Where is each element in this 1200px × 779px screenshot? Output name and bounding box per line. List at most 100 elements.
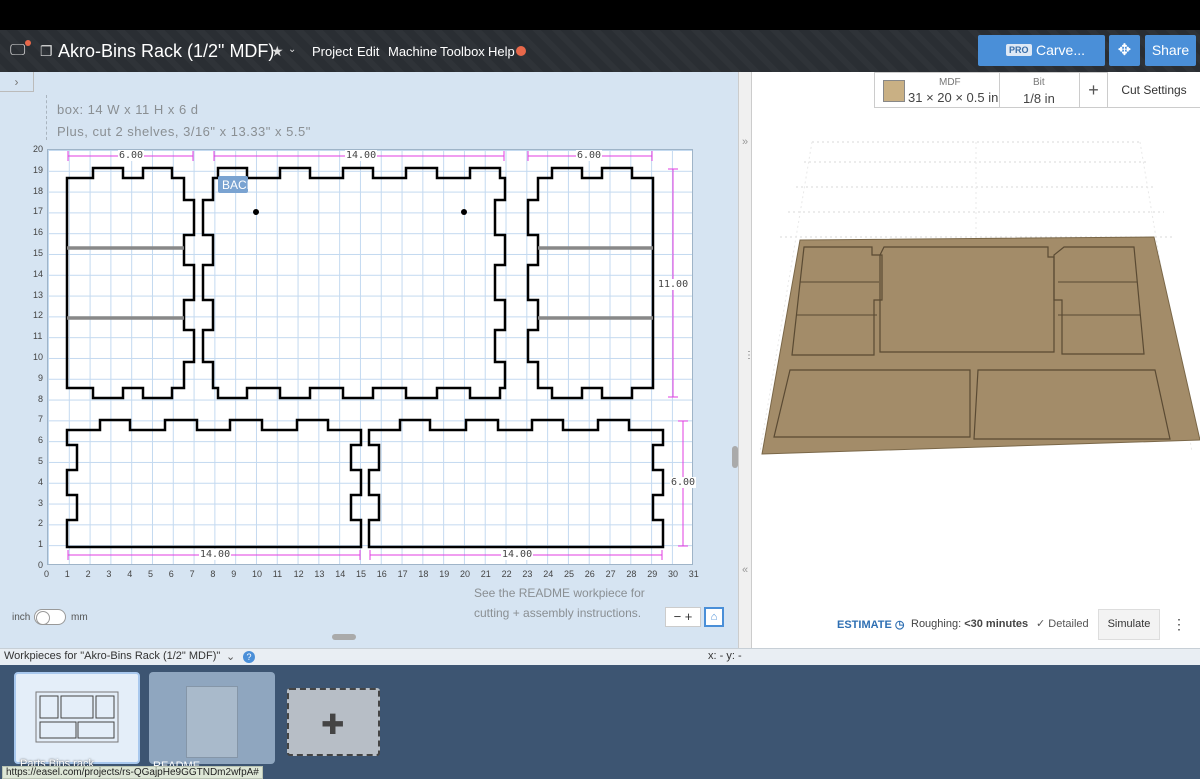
x-tick-label: 24 — [543, 569, 554, 579]
bottom-panel — [367, 418, 665, 549]
material-label: MDF — [939, 77, 961, 88]
x-tick-label: 3 — [106, 569, 112, 579]
x-tick-label: 4 — [127, 569, 133, 579]
y-tick-label: 0 — [38, 560, 44, 570]
readme-thumbnail — [186, 686, 238, 758]
mdf-sheet — [761, 236, 1200, 455]
simulate-button[interactable]: Simulate — [1098, 609, 1160, 640]
bit-label: Bit — [1033, 77, 1045, 88]
y-tick-label: 20 — [33, 144, 44, 154]
x-tick-label: 19 — [439, 569, 450, 579]
mount-hole-right — [461, 209, 467, 215]
help-icon[interactable]: ? — [243, 651, 255, 663]
dim-top-left: 6.00 — [118, 150, 145, 161]
y-tick-label: 16 — [33, 227, 44, 238]
x-tick-label: 28 — [626, 569, 637, 579]
preview-3d[interactable] — [752, 72, 1200, 648]
share-button[interactable]: Share — [1145, 35, 1196, 66]
cut-settings-button[interactable]: Cut Settings — [1108, 72, 1200, 108]
x-tick-label: 20 — [460, 569, 471, 579]
detailed-label: Detailed — [1048, 618, 1089, 630]
zoom-controls[interactable]: − + — [665, 607, 701, 627]
y-tick-label: 4 — [38, 476, 44, 487]
unit-inch-label: inch — [12, 612, 31, 623]
y-tick-label: 8 — [38, 393, 44, 404]
y-tick-label: 5 — [38, 456, 44, 466]
x-tick-label: 29 — [647, 569, 658, 579]
x-tick-label: 0 — [44, 569, 50, 579]
side-panel-right — [526, 166, 655, 400]
unit-toggle[interactable] — [34, 609, 66, 625]
dim-bottom-left: 14.00 — [199, 549, 232, 560]
y-tick-label: 18 — [33, 185, 44, 196]
collapse-left-icon[interactable]: « — [742, 564, 748, 576]
carve-button[interactable]: PRO Carve... — [978, 35, 1105, 66]
workpieces-title[interactable]: Workpieces for "Akro-Bins Rack (1/2" MDF… — [4, 650, 220, 662]
collapse-right-icon[interactable]: » — [742, 136, 748, 148]
x-tick-label: 13 — [314, 569, 325, 579]
y-tick-label: 14 — [33, 268, 44, 279]
x-tick-label: 25 — [564, 569, 575, 579]
x-tick-label: 11 — [272, 569, 283, 579]
y-tick-label: 12 — [33, 310, 44, 321]
move-icon[interactable]: ✥ — [1109, 35, 1140, 66]
estimate-label: ESTIMATE — [837, 619, 892, 631]
horizontal-scrollbar[interactable] — [332, 634, 356, 640]
check-icon: ✓ — [1036, 618, 1046, 630]
x-tick-label: 22 — [501, 569, 512, 579]
x-tick-label: 15 — [356, 569, 367, 579]
dim-right-lower: 6.00 — [670, 477, 697, 488]
x-tick-label: 5 — [148, 569, 154, 579]
y-tick-label: 2 — [38, 518, 44, 529]
x-tick-label: 21 — [480, 569, 491, 579]
x-tick-label: 8 — [210, 569, 216, 579]
x-tick-label: 18 — [418, 569, 429, 579]
material-selector[interactable]: MDF 31 × 20 × 0.5 in — [874, 72, 1000, 108]
workpiece-parts-bins-rack[interactable]: Parts Bins rack — [14, 672, 140, 770]
detailed-option[interactable]: ✓ Detailed — [1036, 617, 1089, 630]
roughing-value: <30 minutes — [964, 618, 1029, 630]
y-tick-label: 17 — [33, 206, 44, 217]
y-tick-label: 1 — [38, 539, 44, 550]
bit-selector[interactable]: Bit 1/8 in — [1000, 72, 1080, 108]
mount-hole-left — [253, 209, 259, 215]
x-tick-label: 12 — [293, 569, 304, 579]
material-size: 31 × 20 × 0.5 in — [908, 90, 999, 105]
workpiece-thumbnail — [35, 691, 119, 743]
preview-3d-pane[interactable] — [752, 72, 1200, 648]
x-tick-label: 6 — [168, 569, 174, 579]
y-tick-label: 13 — [33, 289, 44, 300]
cursor-coords: x: - y: - — [708, 650, 742, 662]
dim-right-upper: 11.00 — [657, 279, 690, 290]
collapse-workpieces-icon[interactable]: ⌄ — [226, 650, 235, 663]
y-tick-label: 11 — [33, 331, 43, 342]
x-tick-label: 30 — [668, 569, 679, 579]
add-workpiece-button[interactable]: ✚ — [287, 688, 380, 756]
workpiece-readme[interactable]: README — [149, 672, 275, 772]
clock-icon: ◷ — [894, 619, 905, 631]
add-bit-icon[interactable]: + — [1080, 72, 1108, 108]
pane-splitter[interactable]: » ⋮ « — [738, 72, 754, 648]
x-tick-label: 27 — [605, 569, 616, 579]
unit-mm-label: mm — [71, 612, 88, 623]
dim-top-right: 6.00 — [576, 150, 603, 161]
x-tick-label: 23 — [522, 569, 533, 579]
workpieces-tray: Parts Bins rack README ✚ — [0, 665, 1200, 779]
back-panel — [201, 166, 507, 400]
y-tick-label: 9 — [38, 372, 44, 383]
y-tick-label: 19 — [33, 164, 44, 175]
x-tick-label: 7 — [189, 569, 195, 579]
workpieces-bar: Workpieces for "Akro-Bins Rack (1/2" MDF… — [0, 648, 1200, 665]
status-url: https://easel.com/projects/rs-QGajpHe9GG… — [2, 766, 263, 779]
readme-note-line1: See the README workpiece for — [474, 586, 645, 600]
estimate-button[interactable]: ESTIMATE ◷ — [837, 618, 904, 631]
y-tick-label: 15 — [33, 248, 44, 258]
roughing-estimate: Roughing: <30 minutes — [911, 618, 1028, 630]
y-tick-label: 3 — [38, 497, 44, 508]
design-parts[interactable] — [0, 0, 740, 648]
roughing-label: Roughing: — [911, 618, 962, 630]
more-options-icon[interactable]: ⋮ — [1172, 616, 1186, 633]
home-view-icon[interactable]: ⌂ — [704, 607, 724, 627]
bit-size: 1/8 in — [1023, 91, 1055, 106]
dim-bottom-right: 14.00 — [501, 549, 534, 560]
